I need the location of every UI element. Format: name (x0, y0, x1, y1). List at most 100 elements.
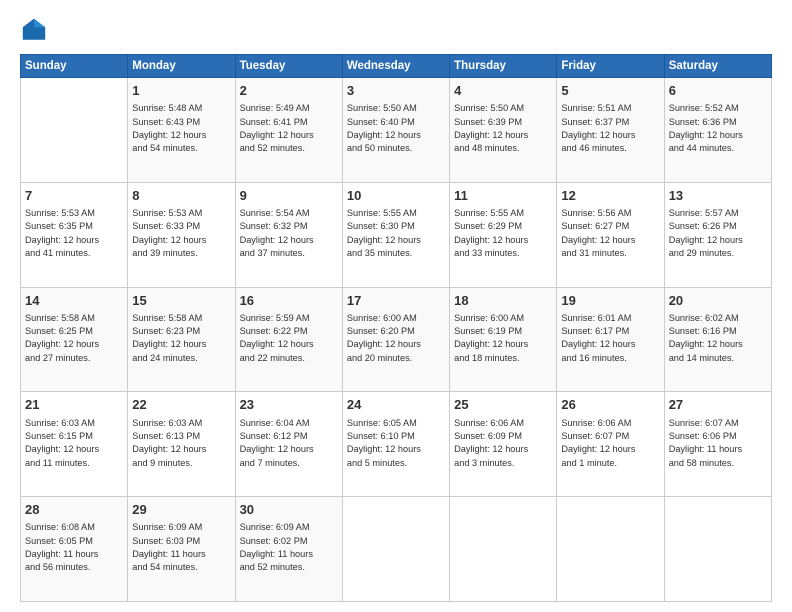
day-content: Sunrise: 5:55 AM Sunset: 6:29 PM Dayligh… (454, 207, 552, 260)
day-number: 19 (561, 292, 659, 310)
calendar-cell: 5 Sunrise: 5:51 AM Sunset: 6:37 PM Daylig… (557, 78, 664, 183)
day-number: 16 (240, 292, 338, 310)
day-content: Sunrise: 6:06 AM Sunset: 6:07 PM Dayligh… (561, 417, 659, 470)
calendar-cell: 23Sunrise: 6:04 AM Sunset: 6:12 PM Dayli… (235, 392, 342, 497)
calendar-cell (557, 497, 664, 602)
day-number: 29 (132, 501, 230, 519)
day-content: Sunrise: 5:55 AM Sunset: 6:30 PM Dayligh… (347, 207, 445, 260)
day-number: 9 (240, 187, 338, 205)
day-number: 3 (347, 82, 445, 100)
calendar-cell: 6 Sunrise: 5:52 AM Sunset: 6:36 PM Daylig… (664, 78, 771, 183)
day-content: Sunrise: 6:03 AM Sunset: 6:15 PM Dayligh… (25, 417, 123, 470)
week-row-3: 14 Sunrise: 5:58 AM Sunset: 6:25 PM Dayli… (21, 287, 772, 392)
calendar-cell: 10 Sunrise: 5:55 AM Sunset: 6:30 PM Dayli… (342, 182, 449, 287)
day-content: Sunrise: 6:09 AM Sunset: 6:02 PM Dayligh… (240, 521, 338, 574)
calendar-cell: 24 Sunrise: 6:05 AM Sunset: 6:10 PM Dayli… (342, 392, 449, 497)
day-number: 11 (454, 187, 552, 205)
day-content: Sunrise: 5:58 AM Sunset: 6:23 PM Dayligh… (132, 312, 230, 365)
day-number: 25 (454, 396, 552, 414)
day-content: Sunrise: 5:50 AM Sunset: 6:39 PM Dayligh… (454, 102, 552, 155)
calendar-table: SundayMondayTuesdayWednesdayThursdayFrid… (20, 54, 772, 602)
day-content: Sunrise: 5:57 AM Sunset: 6:26 PM Dayligh… (669, 207, 767, 260)
calendar-cell: 11 Sunrise: 5:55 AM Sunset: 6:29 PM Dayli… (450, 182, 557, 287)
day-number: 10 (347, 187, 445, 205)
calendar-cell: 3Sunrise: 5:50 AM Sunset: 6:40 PM Daylig… (342, 78, 449, 183)
calendar-cell: 25Sunrise: 6:06 AM Sunset: 6:09 PM Dayli… (450, 392, 557, 497)
day-number: 21 (25, 396, 123, 414)
calendar-cell: 20 Sunrise: 6:02 AM Sunset: 6:16 PM Dayli… (664, 287, 771, 392)
day-number: 8 (132, 187, 230, 205)
calendar-cell: 14 Sunrise: 5:58 AM Sunset: 6:25 PM Dayli… (21, 287, 128, 392)
day-number: 4 (454, 82, 552, 100)
day-content: Sunrise: 5:49 AM Sunset: 6:41 PM Dayligh… (240, 102, 338, 155)
day-number: 26 (561, 396, 659, 414)
calendar-cell: 13 Sunrise: 5:57 AM Sunset: 6:26 PM Dayli… (664, 182, 771, 287)
day-content: Sunrise: 5:53 AM Sunset: 6:35 PM Dayligh… (25, 207, 123, 260)
day-number: 7 (25, 187, 123, 205)
calendar-cell (664, 497, 771, 602)
weekday-header-friday: Friday (557, 55, 664, 78)
calendar-cell: 26 Sunrise: 6:06 AM Sunset: 6:07 PM Dayli… (557, 392, 664, 497)
calendar-header: SundayMondayTuesdayWednesdayThursdayFrid… (21, 55, 772, 78)
calendar-cell: 30 Sunrise: 6:09 AM Sunset: 6:02 PM Dayli… (235, 497, 342, 602)
day-content: Sunrise: 6:00 AM Sunset: 6:19 PM Dayligh… (454, 312, 552, 365)
day-content: Sunrise: 6:07 AM Sunset: 6:06 PM Dayligh… (669, 417, 767, 470)
logo-icon (20, 16, 48, 44)
day-number: 2 (240, 82, 338, 100)
calendar-cell: 12Sunrise: 5:56 AM Sunset: 6:27 PM Dayli… (557, 182, 664, 287)
weekday-header-sunday: Sunday (21, 55, 128, 78)
logo (20, 16, 52, 44)
day-content: Sunrise: 6:09 AM Sunset: 6:03 PM Dayligh… (132, 521, 230, 574)
day-number: 15 (132, 292, 230, 310)
day-content: Sunrise: 6:05 AM Sunset: 6:10 PM Dayligh… (347, 417, 445, 470)
weekday-header-thursday: Thursday (450, 55, 557, 78)
day-content: Sunrise: 5:48 AM Sunset: 6:43 PM Dayligh… (132, 102, 230, 155)
day-number: 27 (669, 396, 767, 414)
day-content: Sunrise: 5:59 AM Sunset: 6:22 PM Dayligh… (240, 312, 338, 365)
calendar-cell: 2 Sunrise: 5:49 AM Sunset: 6:41 PM Daylig… (235, 78, 342, 183)
calendar-cell: 9 Sunrise: 5:54 AM Sunset: 6:32 PM Daylig… (235, 182, 342, 287)
calendar-cell (450, 497, 557, 602)
day-number: 5 (561, 82, 659, 100)
day-number: 1 (132, 82, 230, 100)
weekday-header-saturday: Saturday (664, 55, 771, 78)
day-number: 18 (454, 292, 552, 310)
calendar-cell: 8Sunrise: 5:53 AM Sunset: 6:33 PM Daylig… (128, 182, 235, 287)
weekday-row: SundayMondayTuesdayWednesdayThursdayFrid… (21, 55, 772, 78)
day-number: 14 (25, 292, 123, 310)
header (20, 16, 772, 44)
day-number: 24 (347, 396, 445, 414)
week-row-5: 28Sunrise: 6:08 AM Sunset: 6:05 PM Dayli… (21, 497, 772, 602)
calendar-cell: 18 Sunrise: 6:00 AM Sunset: 6:19 PM Dayli… (450, 287, 557, 392)
calendar-cell: 27 Sunrise: 6:07 AM Sunset: 6:06 PM Dayli… (664, 392, 771, 497)
calendar-cell: 21 Sunrise: 6:03 AM Sunset: 6:15 PM Dayli… (21, 392, 128, 497)
week-row-2: 7 Sunrise: 5:53 AM Sunset: 6:35 PM Daylig… (21, 182, 772, 287)
calendar-cell (342, 497, 449, 602)
calendar-cell: 22Sunrise: 6:03 AM Sunset: 6:13 PM Dayli… (128, 392, 235, 497)
calendar-cell: 7 Sunrise: 5:53 AM Sunset: 6:35 PM Daylig… (21, 182, 128, 287)
day-content: Sunrise: 5:51 AM Sunset: 6:37 PM Dayligh… (561, 102, 659, 155)
calendar-cell: 15 Sunrise: 5:58 AM Sunset: 6:23 PM Dayli… (128, 287, 235, 392)
page: SundayMondayTuesdayWednesdayThursdayFrid… (0, 0, 792, 612)
day-number: 20 (669, 292, 767, 310)
day-number: 28 (25, 501, 123, 519)
day-number: 12 (561, 187, 659, 205)
day-content: Sunrise: 5:58 AM Sunset: 6:25 PM Dayligh… (25, 312, 123, 365)
calendar-cell: 17Sunrise: 6:00 AM Sunset: 6:20 PM Dayli… (342, 287, 449, 392)
weekday-header-tuesday: Tuesday (235, 55, 342, 78)
calendar-body: 1 Sunrise: 5:48 AM Sunset: 6:43 PM Daylig… (21, 78, 772, 602)
day-number: 30 (240, 501, 338, 519)
day-number: 22 (132, 396, 230, 414)
day-number: 13 (669, 187, 767, 205)
day-number: 6 (669, 82, 767, 100)
day-content: Sunrise: 5:52 AM Sunset: 6:36 PM Dayligh… (669, 102, 767, 155)
day-number: 17 (347, 292, 445, 310)
calendar-cell: 16 Sunrise: 5:59 AM Sunset: 6:22 PM Dayli… (235, 287, 342, 392)
week-row-1: 1 Sunrise: 5:48 AM Sunset: 6:43 PM Daylig… (21, 78, 772, 183)
day-content: Sunrise: 6:02 AM Sunset: 6:16 PM Dayligh… (669, 312, 767, 365)
calendar-cell (21, 78, 128, 183)
calendar-cell: 4 Sunrise: 5:50 AM Sunset: 6:39 PM Daylig… (450, 78, 557, 183)
calendar-cell: 19Sunrise: 6:01 AM Sunset: 6:17 PM Dayli… (557, 287, 664, 392)
calendar-cell: 29 Sunrise: 6:09 AM Sunset: 6:03 PM Dayli… (128, 497, 235, 602)
day-content: Sunrise: 5:54 AM Sunset: 6:32 PM Dayligh… (240, 207, 338, 260)
